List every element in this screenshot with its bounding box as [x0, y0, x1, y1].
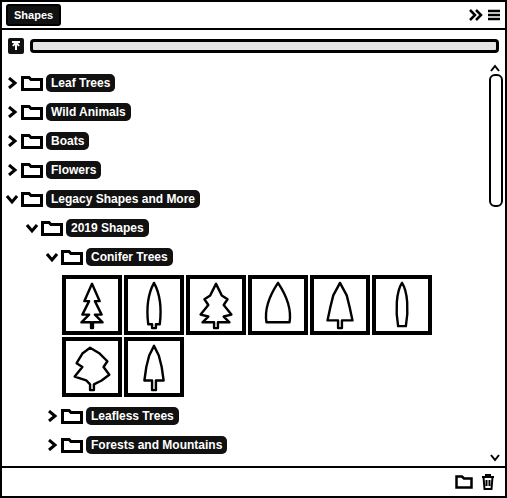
expanded-chevron-icon[interactable] [6, 193, 18, 205]
conifer-tree-icon [72, 280, 112, 330]
panel-footer [2, 466, 505, 496]
search-row [2, 30, 505, 60]
shape-tile[interactable] [186, 275, 246, 335]
collapsed-chevron-icon[interactable] [6, 106, 18, 118]
folder-icon [21, 133, 43, 149]
scrollbar[interactable] [485, 60, 505, 466]
tree-row[interactable]: Boats [2, 126, 485, 155]
shapes-panel: Shapes Leaf Trees Wild Animals Boats Flowers… [0, 0, 507, 498]
scroll-down-icon[interactable] [490, 454, 500, 462]
folder-icon [61, 249, 83, 265]
panel-tab[interactable]: Shapes [6, 4, 61, 26]
folder-icon [21, 191, 43, 207]
collapsed-chevron-icon[interactable] [6, 135, 18, 147]
folder-icon [61, 408, 83, 424]
tree-row[interactable]: Conifer Trees [2, 242, 485, 271]
tree-row[interactable]: Leaf Trees [2, 68, 485, 97]
menu-icon[interactable] [487, 9, 501, 21]
new-folder-icon[interactable] [455, 475, 473, 489]
scroll-thumb[interactable] [489, 74, 503, 207]
shape-tile[interactable] [124, 337, 184, 397]
folder-icon [21, 162, 43, 178]
shape-tree: Leaf Trees Wild Animals Boats Flowers Legacy… [2, 60, 485, 466]
tree-row[interactable]: Wild Animals [2, 97, 485, 126]
expanded-chevron-icon[interactable] [46, 251, 58, 263]
shape-tile[interactable] [248, 275, 308, 335]
tree-label: Flowers [46, 161, 101, 179]
tree-row[interactable]: Leafless Trees [2, 401, 485, 430]
tree-row[interactable]: Flowers [2, 155, 485, 184]
tree-label: Conifer Trees [86, 248, 173, 266]
conifer-tree-icon [196, 280, 236, 330]
trash-icon[interactable] [481, 474, 495, 490]
conifer-tree-icon [134, 280, 174, 330]
shape-tile[interactable] [124, 275, 184, 335]
tree-label: Leafless Trees [86, 407, 179, 425]
tree-label: Forests and Mountains [86, 436, 227, 454]
collapsed-chevron-icon[interactable] [6, 77, 18, 89]
collapsed-chevron-icon[interactable] [46, 410, 58, 422]
collapsed-chevron-icon[interactable] [46, 439, 58, 451]
folder-icon [21, 75, 43, 91]
panel-header: Shapes [2, 2, 505, 30]
conifer-tree-icon [382, 280, 422, 330]
tree-label: Leaf Trees [46, 74, 115, 92]
tree-label: Wild Animals [46, 103, 131, 121]
conifer-tree-icon [134, 342, 174, 392]
tree-label: Legacy Shapes and More [46, 190, 200, 208]
tree-row[interactable]: 2019 Shapes [2, 213, 485, 242]
folder-icon [41, 220, 63, 236]
shape-grid [2, 271, 485, 401]
expanded-chevron-icon[interactable] [26, 222, 38, 234]
import-button[interactable] [8, 38, 24, 54]
upload-arrow-icon [11, 41, 21, 51]
conifer-tree-icon [258, 280, 298, 330]
shape-tile[interactable] [372, 275, 432, 335]
tree-label: 2019 Shapes [66, 219, 149, 237]
collapsed-chevron-icon[interactable] [6, 164, 18, 176]
tree-row[interactable]: Legacy Shapes and More [2, 184, 485, 213]
folder-icon [61, 437, 83, 453]
scroll-up-icon[interactable] [490, 64, 500, 72]
scroll-track [489, 74, 501, 452]
conifer-tree-icon [320, 280, 360, 330]
conifer-tree-icon [72, 342, 112, 392]
shape-tile[interactable] [310, 275, 370, 335]
collapse-icon[interactable] [469, 9, 483, 21]
tree-label: Boats [46, 132, 89, 150]
folder-icon [21, 104, 43, 120]
shape-tile[interactable] [62, 275, 122, 335]
shape-tile[interactable] [62, 337, 122, 397]
tree-row[interactable]: Forests and Mountains [2, 430, 485, 459]
search-field[interactable] [30, 39, 499, 53]
